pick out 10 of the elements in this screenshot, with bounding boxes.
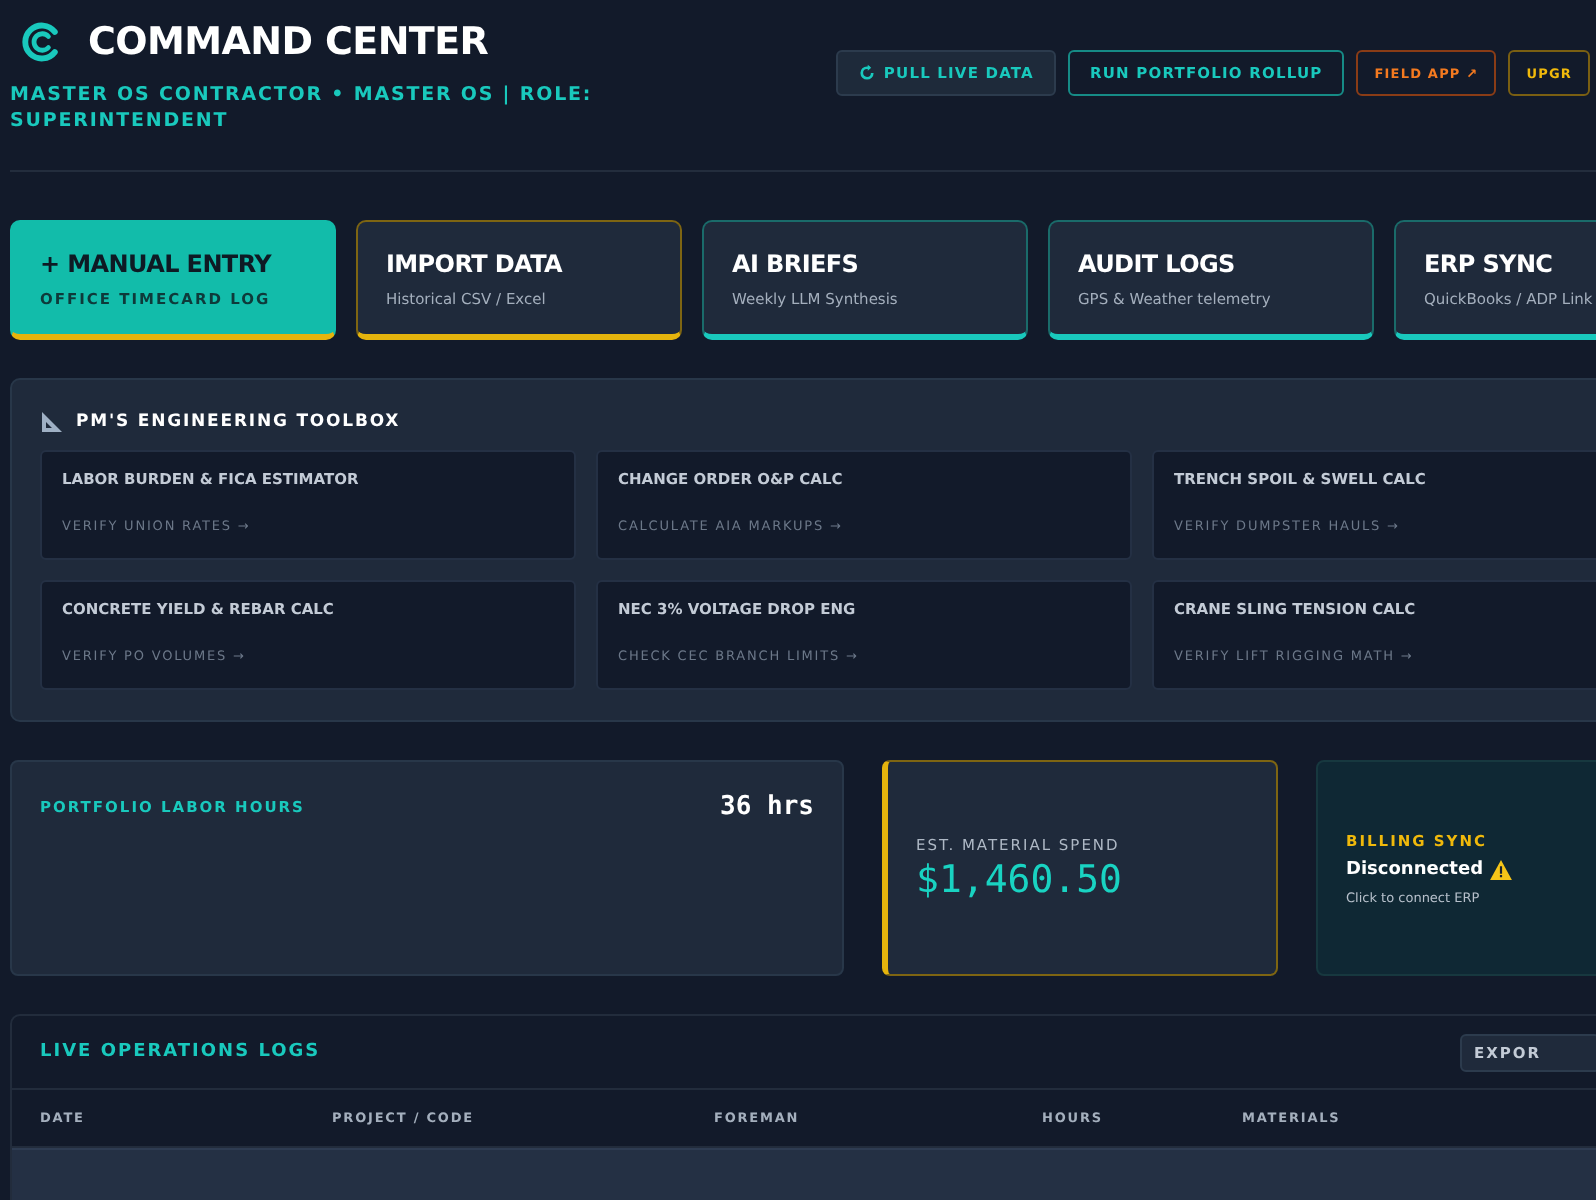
stat-value: 36 hrs — [720, 792, 814, 822]
stat-value: $1,460.50 — [916, 857, 1124, 901]
refresh-icon — [857, 64, 876, 82]
warning-icon — [1489, 859, 1512, 879]
status-text: Disconnected — [1346, 859, 1484, 879]
logs-title: LIVE OPERATIONS LOGS — [40, 1042, 321, 1062]
toolbox-title: PM'S ENGINEERING TOOLBOX — [76, 412, 401, 432]
page-title: COMMAND CENTER — [88, 20, 489, 64]
subtitle: MASTER OS CONTRACTOR • MASTER OS | ROLE: SUPERINTENDENT — [10, 82, 595, 134]
logo-icon — [20, 20, 64, 64]
